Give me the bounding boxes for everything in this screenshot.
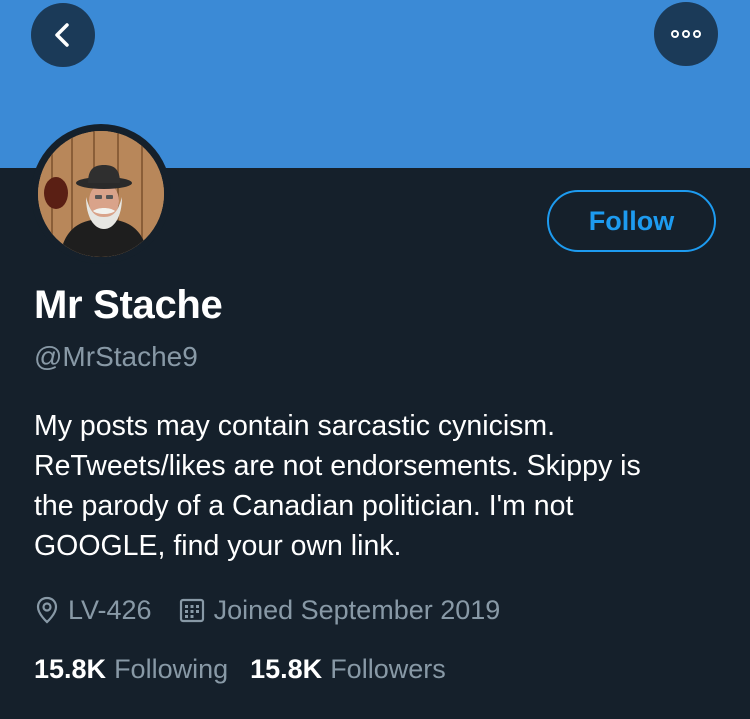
bio-line: ReTweets/likes are not endorsements. Ski… [34, 450, 641, 482]
profile-name: Mr Stache [34, 283, 223, 327]
following-label: Following [114, 653, 229, 684]
profile-bio: My posts may contain sarcastic cynicism.… [34, 406, 734, 566]
bio-line: the parody of a Canadian politician. I'm… [34, 490, 574, 522]
following-count: 15.8K [34, 653, 107, 684]
location-pin-icon [36, 596, 58, 624]
joined-date: Joined September 2019 [178, 594, 501, 626]
profile-stats: 15.8K Following 15.8K Followers [34, 650, 446, 688]
location-text: LV-426 [68, 594, 152, 625]
more-dots-icon [671, 30, 701, 38]
calendar-icon [179, 598, 204, 623]
followers-count: 15.8K [250, 653, 323, 684]
joined-text: Joined September 2019 [213, 594, 501, 625]
profile-meta: LV-426 Joined September 2019 [34, 591, 500, 629]
followers-link[interactable]: 15.8K Followers [250, 654, 446, 685]
avatar[interactable] [38, 131, 164, 257]
avatar-frame [31, 124, 171, 264]
chevron-left-icon [55, 23, 69, 47]
back-button[interactable] [31, 3, 95, 67]
following-link[interactable]: 15.8K Following [34, 654, 228, 685]
profile-handle: @MrStache9 [34, 341, 198, 372]
follow-button[interactable]: Follow [547, 190, 716, 252]
followers-label: Followers [330, 653, 446, 684]
more-options-button[interactable] [654, 2, 718, 66]
bio-line: My posts may contain sarcastic cynicism. [34, 410, 556, 442]
bio-line: GOOGLE, find your own link. [34, 530, 402, 562]
location: LV-426 [34, 595, 152, 626]
